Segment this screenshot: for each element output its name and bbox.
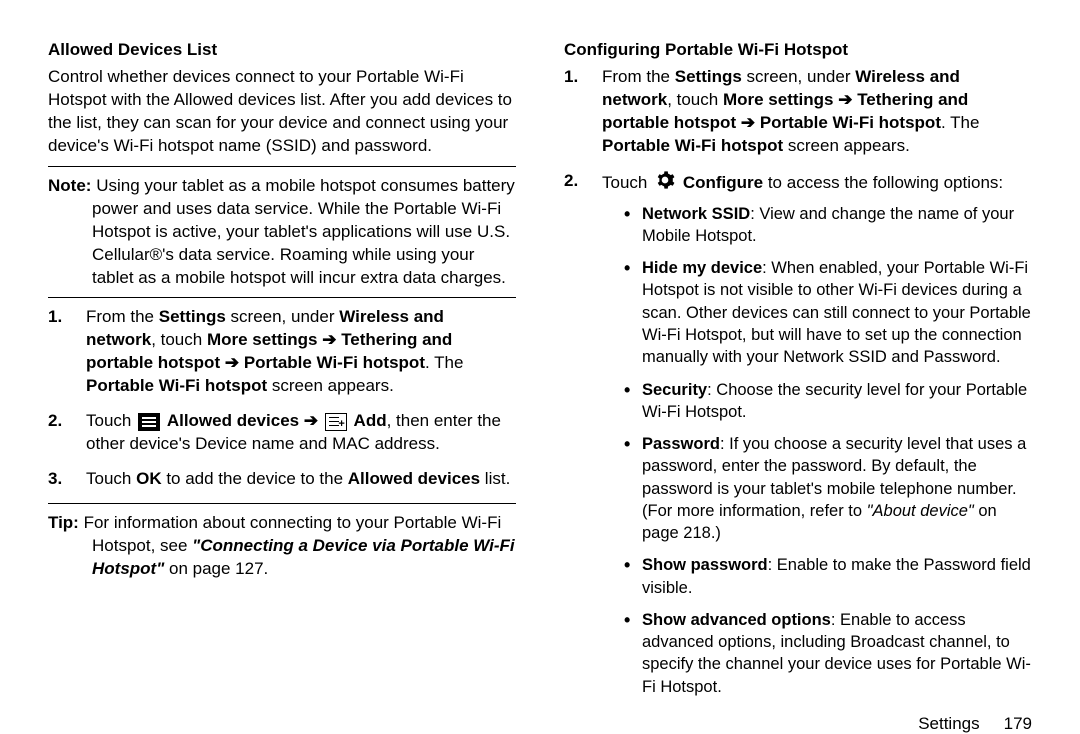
opt-password: Password: If you choose a security level… (624, 433, 1032, 544)
steps-list: 1. From the Settings screen, under Wirel… (86, 306, 516, 491)
step-number: 2. (48, 410, 62, 433)
divider (48, 166, 516, 167)
note-paragraph: Note: Using your tablet as a mobile hots… (48, 175, 516, 290)
gear-icon (655, 170, 675, 197)
step-number: 1. (564, 66, 578, 89)
note-label: Note: (48, 176, 91, 195)
opt-hide-device: Hide my device: When enabled, your Porta… (624, 257, 1032, 368)
opt-show-password: Show password: Enable to make the Passwo… (624, 554, 1032, 599)
divider (48, 297, 516, 298)
step-number: 2. (564, 170, 578, 193)
step-3: 3. Touch OK to add the device to the All… (86, 468, 516, 491)
footer-page-number: 179 (1004, 714, 1032, 733)
add-list-icon (325, 413, 347, 431)
step-1: 1. From the Settings screen, under Wirel… (86, 306, 516, 398)
heading-configuring: Configuring Portable Wi-Fi Hotspot (564, 40, 1032, 60)
step-1: 1. From the Settings screen, under Wirel… (602, 66, 1032, 158)
heading-allowed-devices: Allowed Devices List (48, 40, 516, 60)
intro-paragraph: Control whether devices connect to your … (48, 66, 516, 158)
options-list: Network SSID: View and change the name o… (624, 203, 1032, 698)
right-column: Configuring Portable Wi-Fi Hotspot 1. Fr… (540, 40, 1032, 690)
manual-page: Allowed Devices List Control whether dev… (0, 0, 1080, 720)
footer-section: Settings (918, 714, 979, 733)
opt-network-ssid: Network SSID: View and change the name o… (624, 203, 1032, 248)
list-icon (138, 413, 160, 431)
opt-security: Security: Choose the security level for … (624, 379, 1032, 424)
step-2: 2. Touch Configure to access the followi… (602, 170, 1032, 698)
left-column: Allowed Devices List Control whether dev… (48, 40, 540, 690)
step-number: 3. (48, 468, 62, 491)
step-2: 2. Touch Allowed devices ➔ Add, then ent… (86, 410, 516, 456)
divider (48, 503, 516, 504)
steps-list: 1. From the Settings screen, under Wirel… (602, 66, 1032, 698)
step-number: 1. (48, 306, 62, 329)
tip-paragraph: Tip: For information about connecting to… (48, 512, 516, 581)
note-body: Using your tablet as a mobile hotspot co… (92, 176, 515, 287)
page-footer: Settings 179 (564, 714, 1032, 734)
tip-label: Tip: (48, 513, 79, 532)
opt-advanced: Show advanced options: Enable to access … (624, 609, 1032, 698)
xref-about-device: "About device" (867, 502, 974, 520)
